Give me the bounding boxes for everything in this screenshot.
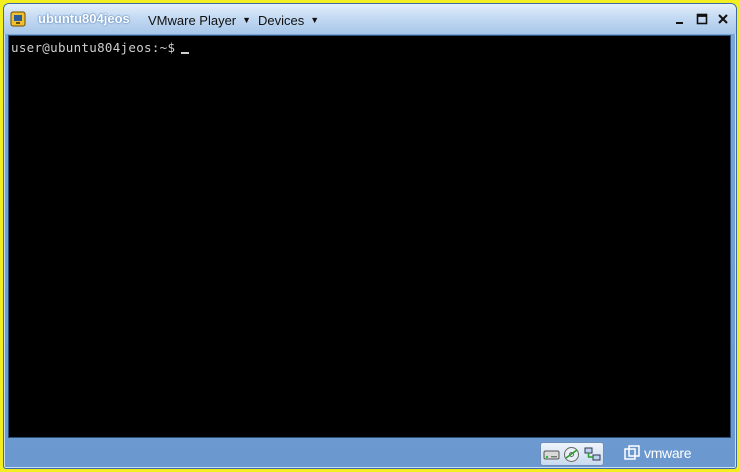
vmware-logo-icon — [624, 445, 640, 460]
close-icon — [718, 14, 728, 24]
vmware-brand-logo: vmware — [624, 445, 692, 461]
dropdown-arrow-icon: ▼ — [310, 15, 320, 25]
hard-disk-icon[interactable] — [543, 446, 560, 463]
text-cursor — [181, 52, 190, 54]
maximize-button[interactable] — [693, 10, 711, 28]
vmware-player-app-icon[interactable] — [10, 11, 26, 27]
maximize-icon — [696, 13, 708, 25]
close-button[interactable] — [714, 10, 732, 28]
vm-name-title: ubuntu804jeos — [38, 11, 130, 26]
device-status-group — [540, 442, 604, 466]
cd-rom-icon[interactable] — [563, 446, 580, 463]
minimize-icon — [676, 22, 683, 24]
title-bar[interactable]: ubuntu804jeos VMware Player ▼ Devices ▼ — [4, 4, 736, 34]
network-adapter-icon[interactable] — [584, 446, 601, 463]
vmware-brand-text: vmware — [644, 445, 692, 461]
menu-devices-label: Devices — [258, 12, 305, 28]
menu-vmware-player-label: VMware Player — [148, 12, 237, 28]
vmware-player-window: ubuntu804jeos VMware Player ▼ Devices ▼ … — [3, 3, 737, 469]
menu-vmware-player[interactable]: VMware Player ▼ — [148, 11, 251, 29]
terminal-prompt: user@ubuntu804jeos:~$ — [11, 40, 176, 55]
menu-devices[interactable]: Devices ▼ — [258, 11, 319, 29]
dropdown-arrow-icon: ▼ — [242, 15, 252, 25]
minimize-button[interactable] — [671, 10, 689, 28]
status-bar: vmware — [4, 438, 736, 468]
vm-console-screen[interactable]: user@ubuntu804jeos:~$ — [8, 35, 731, 438]
terminal-prompt-line: user@ubuntu804jeos:~$ — [11, 40, 190, 55]
